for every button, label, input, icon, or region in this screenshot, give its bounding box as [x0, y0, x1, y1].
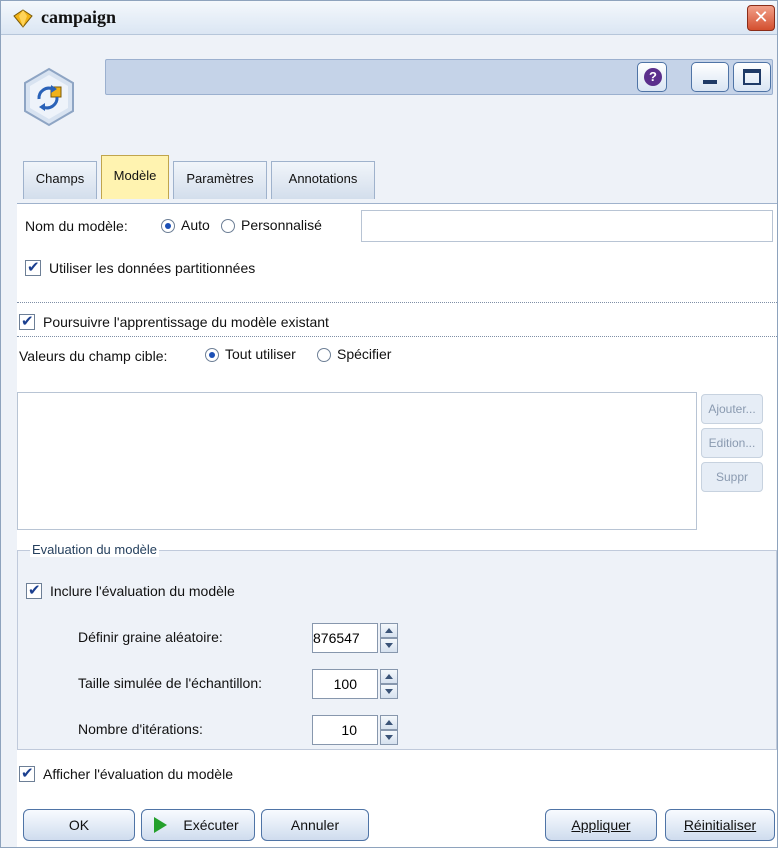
node-name-bar: [105, 59, 773, 95]
apply-button[interactable]: Appliquer: [545, 809, 657, 841]
specify-label: Spécifier: [337, 346, 392, 362]
window-title: campaign: [41, 7, 117, 27]
section-divider-bottom: [17, 336, 777, 337]
use-partitioned-checkbox[interactable]: [25, 258, 41, 276]
help-button[interactable]: ?: [637, 62, 667, 92]
maximize-icon: [743, 69, 761, 85]
run-button-label: Exécuter: [183, 817, 239, 833]
seed-input[interactable]: 876547: [312, 623, 378, 653]
ok-button-label: OK: [68, 817, 90, 833]
use-all-radio[interactable]: [205, 348, 219, 362]
play-icon: [154, 817, 167, 833]
model-panel: Nom du modèle: Auto Personnalisé Utilise…: [17, 203, 777, 847]
run-button[interactable]: Exécuter: [141, 809, 255, 841]
auto-radio-label: Auto: [181, 217, 210, 233]
close-button[interactable]: ✕: [747, 5, 775, 31]
tab-settings[interactable]: Paramètres: [173, 161, 267, 199]
ok-button[interactable]: OK: [23, 809, 135, 841]
cancel-button[interactable]: Annuler: [261, 809, 369, 841]
minimize-icon: [703, 80, 717, 84]
model-name-input[interactable]: [361, 210, 773, 242]
show-evaluation-label: Afficher l'évaluation du modèle: [43, 766, 233, 782]
iterations-input[interactable]: 10: [312, 715, 378, 745]
custom-radio-label: Personnalisé: [241, 217, 322, 233]
iterations-label: Nombre d'itérations:: [78, 721, 203, 737]
close-icon: ✕: [753, 7, 769, 28]
dialog-window: campaign ✕ ? Champs Modèle Paramètres An…: [0, 0, 778, 848]
reset-button[interactable]: Réinitialiser: [665, 809, 775, 841]
maximize-button[interactable]: [733, 62, 771, 92]
sample-size-input[interactable]: 100: [312, 669, 378, 699]
cancel-button-label: Annuler: [290, 817, 340, 833]
spin-down-icon[interactable]: [380, 638, 398, 653]
evaluation-group: Evaluation du modèle Inclure l'évaluatio…: [17, 542, 777, 750]
seed-spinner[interactable]: [380, 623, 398, 653]
use-partitioned-label: Utiliser les données partitionnées: [49, 260, 256, 276]
spin-down-icon[interactable]: [380, 730, 398, 745]
minimize-button[interactable]: [691, 62, 729, 92]
show-evaluation-checkbox[interactable]: [19, 764, 35, 782]
include-evaluation-label: Inclure l'évaluation du modèle: [50, 583, 235, 599]
continue-training-label: Poursuivre l'apprentissage du modèle exi…: [43, 314, 329, 330]
tab-model[interactable]: Modèle: [101, 155, 169, 199]
spin-up-icon[interactable]: [380, 669, 398, 684]
edit-button[interactable]: Edition...: [701, 428, 763, 458]
sample-size-label: Taille simulée de l'échantillon:: [78, 675, 262, 691]
specify-radio[interactable]: [317, 348, 331, 362]
spin-down-icon[interactable]: [380, 684, 398, 699]
delete-button[interactable]: Suppr: [701, 462, 763, 492]
section-divider: [17, 302, 777, 303]
diamond-app-icon: [13, 9, 33, 28]
model-name-label: Nom du modèle:: [25, 218, 128, 234]
spin-up-icon[interactable]: [380, 623, 398, 638]
include-evaluation-checkbox[interactable]: [26, 581, 42, 599]
help-icon: ?: [644, 68, 662, 86]
tab-fields[interactable]: Champs: [23, 161, 97, 199]
target-values-label: Valeurs du champ cible:: [19, 348, 168, 364]
continue-training-checkbox[interactable]: [19, 312, 35, 330]
sample-size-spinner[interactable]: [380, 669, 398, 699]
tab-annotations[interactable]: Annotations: [271, 161, 375, 199]
spin-up-icon[interactable]: [380, 715, 398, 730]
title-bar: campaign ✕: [1, 1, 777, 35]
apply-button-label: Appliquer: [571, 817, 631, 833]
custom-radio[interactable]: [221, 219, 235, 233]
add-button[interactable]: Ajouter...: [701, 394, 763, 424]
iterations-spinner[interactable]: [380, 715, 398, 745]
reset-button-label: Réinitialiser: [683, 817, 757, 833]
model-node-icon: [24, 67, 74, 127]
target-values-list[interactable]: [17, 392, 697, 530]
seed-label: Définir graine aléatoire:: [78, 629, 223, 645]
use-all-label: Tout utiliser: [225, 346, 296, 362]
auto-radio[interactable]: [161, 219, 175, 233]
evaluation-group-title: Evaluation du modèle: [30, 542, 160, 557]
